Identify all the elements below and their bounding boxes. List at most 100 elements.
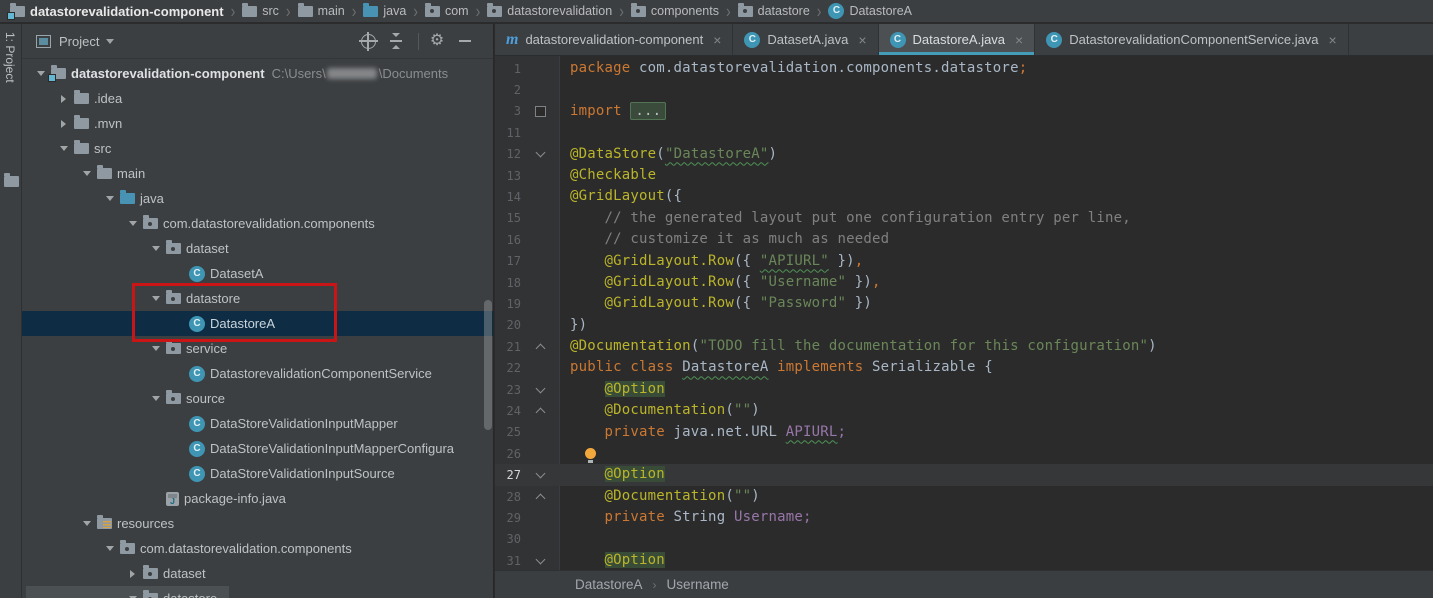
fold-up-icon[interactable] [521, 342, 559, 352]
fold-up-icon[interactable] [521, 406, 559, 416]
editor-tab-DatastorevalidationComponentService.java[interactable]: CDatastorevalidationComponentService.jav… [1035, 24, 1349, 55]
code-line-20: 20}) [495, 315, 1433, 336]
chevron-expanded-icon[interactable] [145, 342, 166, 355]
chevron-collapsed-icon[interactable] [122, 570, 143, 578]
tree-scrollbar[interactable] [484, 300, 492, 430]
chevron-expanded-icon[interactable] [99, 542, 120, 555]
tree-label: source [186, 391, 225, 406]
package-icon [143, 593, 158, 598]
tool-window-tab-project[interactable]: 1: Project [3, 32, 17, 83]
editor-tab-datastorevalidation-component[interactable]: mdatastorevalidation-component× [495, 24, 733, 55]
line-number: 26 [495, 447, 521, 461]
line-number: 1 [495, 62, 521, 76]
close-icon[interactable]: × [1329, 33, 1337, 47]
tree-label: java [140, 191, 164, 206]
breadcrumb-item-datastorevalidation-component[interactable]: datastorevalidation-component [10, 4, 224, 19]
fold-down-icon[interactable] [521, 388, 559, 392]
breadcrumb-label: src [262, 4, 279, 18]
tree-row-package-info.java[interactable]: Jpackage-info.java [22, 486, 493, 511]
chevron-expanded-icon[interactable] [30, 67, 51, 80]
editor-tab-DatasetA.java[interactable]: CDatasetA.java× [733, 24, 878, 55]
fold-down-icon[interactable] [521, 152, 559, 156]
chevron-expanded-icon[interactable] [76, 517, 97, 530]
settings-button[interactable]: ⚙ [427, 31, 447, 51]
gear-icon: ⚙ [430, 33, 444, 49]
minus-icon [459, 40, 471, 42]
folder-icon [4, 176, 19, 187]
fold-plus-icon[interactable] [521, 106, 559, 117]
code-line-2: 2 [495, 79, 1433, 100]
editor-breadcrumb-DatastoreA[interactable]: DatastoreA [575, 577, 643, 592]
line-number: 31 [495, 554, 521, 568]
panel-title[interactable]: Project [59, 34, 99, 49]
chevron-expanded-icon[interactable] [76, 167, 97, 180]
project-folder-icon [10, 6, 25, 17]
tree-row-datastorevalidation-component[interactable]: datastorevalidation-componentC:\Users\\D… [22, 61, 493, 86]
chevron-collapsed-icon[interactable] [53, 95, 74, 103]
chevron-expanded-icon[interactable] [122, 217, 143, 230]
editor-tab-DatastoreA.java[interactable]: CDatastoreA.java× [879, 24, 1036, 55]
editor-breadcrumb: DatastoreA › Username [495, 570, 1433, 598]
tree-row-.idea[interactable]: .idea [22, 86, 493, 111]
tree-label: com.datastorevalidation.components [140, 541, 352, 556]
breadcrumb-item-components[interactable]: components [631, 4, 719, 18]
tree-label: src [94, 141, 111, 156]
fold-down-icon[interactable] [521, 473, 559, 477]
breadcrumb-item-datastore[interactable]: datastore [738, 4, 810, 18]
tree-row-source[interactable]: source [22, 386, 493, 411]
code-text: @Option [570, 550, 665, 570]
tree-row-resources[interactable]: resources [22, 511, 493, 536]
hide-panel-button[interactable] [455, 31, 475, 51]
breadcrumb-separator: › [653, 578, 657, 592]
fold-up-icon[interactable] [521, 492, 559, 502]
tree-row-main[interactable]: main [22, 161, 493, 186]
breadcrumb-item-main[interactable]: main [298, 4, 345, 18]
intention-bulb-icon[interactable] [585, 448, 596, 459]
code-editor[interactable]: 1package com.datastorevalidation.compone… [495, 56, 1433, 570]
chevron-down-icon[interactable] [106, 39, 114, 48]
collapse-all-button[interactable] [386, 31, 406, 51]
tree-row-datastore[interactable]: datastore [22, 586, 493, 598]
close-icon[interactable]: × [1015, 33, 1023, 47]
breadcrumb-label: java [383, 4, 406, 18]
class-icon: C [189, 466, 205, 482]
breadcrumb-item-datastorevalidation[interactable]: datastorevalidation [487, 4, 612, 18]
folder-source-icon [120, 193, 135, 204]
chevron-collapsed-icon[interactable] [53, 120, 74, 128]
fold-down-icon[interactable] [521, 559, 559, 563]
chevron-expanded-icon[interactable] [53, 142, 74, 155]
chevron-expanded-icon[interactable] [99, 192, 120, 205]
breadcrumb-item-src[interactable]: src [242, 4, 279, 18]
chevron-expanded-icon[interactable] [145, 242, 166, 255]
tree-row-DataStoreValidationInputSource[interactable]: CDataStoreValidationInputSource [22, 461, 493, 486]
breadcrumb-separator: › [476, 1, 481, 22]
tree-row-.mvn[interactable]: .mvn [22, 111, 493, 136]
locate-button[interactable] [358, 31, 378, 51]
package-icon [120, 543, 135, 554]
tree-row-src[interactable]: src [22, 136, 493, 161]
folder-icon [298, 6, 313, 17]
close-icon[interactable]: × [713, 33, 721, 47]
chevron-expanded-icon[interactable] [145, 392, 166, 405]
code-line-13: 13@Checkable [495, 165, 1433, 186]
collapse-all-icon [389, 34, 403, 48]
breadcrumb-item-java[interactable]: java [363, 4, 406, 18]
code-text: @GridLayout.Row({ "APIURL" }), [570, 251, 863, 272]
breadcrumb-item-DatastoreA[interactable]: CDatastoreA [828, 3, 912, 19]
tree-row-java[interactable]: java [22, 186, 493, 211]
tree-row-dataset[interactable]: dataset [22, 561, 493, 586]
tree-row-com.datastorevalidation.components[interactable]: com.datastorevalidation.components [22, 211, 493, 236]
tree-row-DatastorevalidationComponentService[interactable]: CDatastorevalidationComponentService [22, 361, 493, 386]
folder-resources-icon [97, 518, 112, 529]
breadcrumb-item-com[interactable]: com [425, 4, 469, 18]
class-icon: C [828, 3, 844, 19]
chevron-expanded-icon[interactable] [122, 592, 143, 598]
class-icon: C [189, 266, 205, 282]
editor-breadcrumb-Username[interactable]: Username [667, 577, 729, 592]
code-text: private String Username; [570, 507, 812, 528]
tree-row-com.datastorevalidation.components[interactable]: com.datastorevalidation.components [22, 536, 493, 561]
tree-row-dataset[interactable]: dataset [22, 236, 493, 261]
tree-row-DataStoreValidationInputMapperConfigura[interactable]: CDataStoreValidationInputMapperConfigura [22, 436, 493, 461]
close-icon[interactable]: × [858, 33, 866, 47]
tree-row-DataStoreValidationInputMapper[interactable]: CDataStoreValidationInputMapper [22, 411, 493, 436]
